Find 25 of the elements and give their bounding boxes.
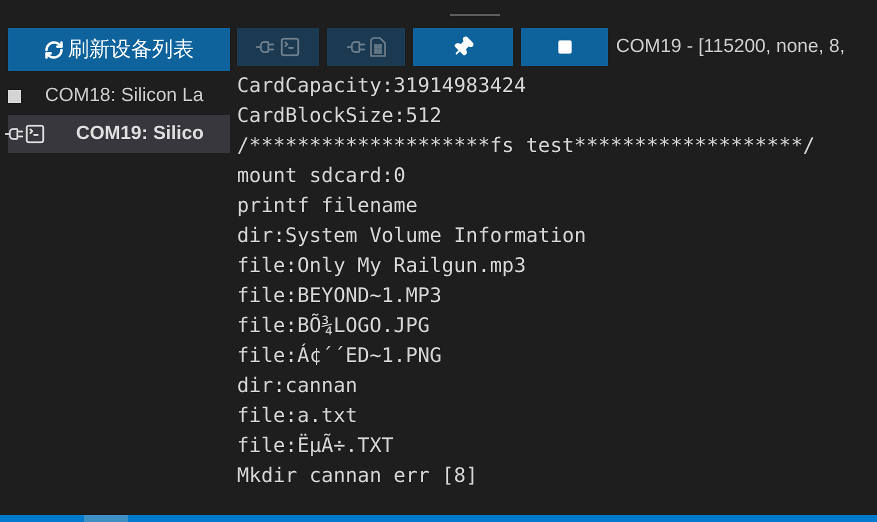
- disconnected-icon: [8, 90, 21, 102]
- output-line: file:Only My Railgun.mp3: [237, 252, 526, 279]
- output-line: file:BÕ¾LOGO.JPG: [237, 312, 430, 339]
- refresh-icon: [44, 40, 64, 60]
- port-item[interactable]: COM18: Silicon La: [8, 77, 230, 115]
- output-line: CardCapacity:31914983424: [237, 72, 526, 99]
- output-line: Mkdir cannan err [8]: [237, 462, 478, 489]
- output-line: file:Á¢´´ED~1.PNG: [237, 342, 442, 369]
- output-line: /********************fs test*******************/: [237, 132, 815, 159]
- output-line: file:ËµÃ÷.TXT: [237, 432, 394, 459]
- output-line: dir:System Volume Information: [237, 222, 586, 249]
- output-line: dir:cannan: [237, 372, 358, 399]
- output-line: file:a.txt: [237, 402, 358, 429]
- sd-card-icon: [370, 37, 386, 57]
- pin-button[interactable]: [413, 28, 513, 66]
- refresh-button[interactable]: 刷新设备列表: [8, 28, 230, 71]
- output-line: printf filename: [237, 192, 418, 219]
- stop-button[interactable]: [521, 28, 608, 66]
- terminal-icon: [279, 36, 301, 58]
- output-line: mount sdcard:0: [237, 162, 406, 189]
- stop-icon: [556, 39, 572, 55]
- output-line: CardBlockSize:512: [237, 102, 442, 129]
- connection-status: COM19 - [115200, none, 8,: [616, 34, 845, 59]
- output-line: file:BEYOND~1.MP3: [237, 282, 442, 309]
- terminal-icon: [24, 123, 46, 145]
